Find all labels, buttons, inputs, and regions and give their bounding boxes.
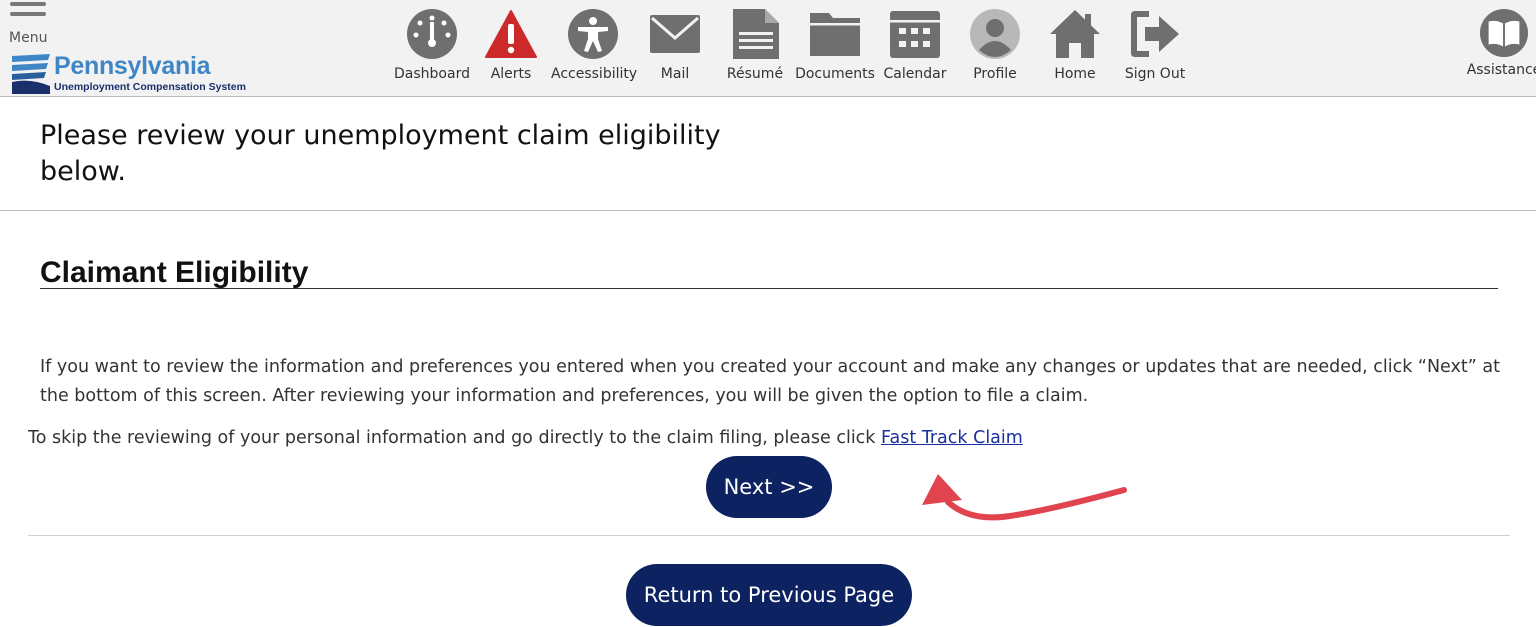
section-underline: [40, 288, 1498, 289]
nav-resume-label: Résumé: [726, 66, 784, 82]
documents-folder-icon: [810, 13, 860, 56]
red-annotation-arrow-icon: [922, 474, 1127, 521]
keystone-flag-logo-icon: [12, 54, 50, 94]
fast-track-claim-link[interactable]: Fast Track Claim: [881, 428, 1023, 448]
pennsylvania-uc-logo[interactable]: Pennsylvania Unemployment Compensation S…: [10, 52, 260, 94]
nav-alerts-label: Alerts: [490, 66, 532, 82]
nav-calendar[interactable]: Calendar: [873, 8, 957, 88]
home-house-icon: [1050, 10, 1100, 58]
nav-sign-out-label: Sign Out: [1124, 66, 1186, 82]
return-to-previous-page-button[interactable]: Return to Previous Page: [626, 564, 912, 626]
header-divider: [0, 210, 1536, 211]
nav-accessibility-label: Accessibility: [551, 66, 638, 82]
nav-dashboard-label: Dashboard: [394, 66, 470, 82]
mail-envelope-icon: [650, 15, 700, 53]
profile-avatar-icon: [970, 9, 1020, 59]
resume-document-icon: [733, 9, 779, 59]
nav-calendar-label: Calendar: [883, 66, 947, 82]
skip-review-label: To skip the reviewing of your personal i…: [28, 428, 882, 448]
nav-home-label: Home: [1054, 66, 1096, 82]
sign-out-icon: [1131, 11, 1179, 57]
top-navigation-bar: Menu Pennsylvania Unemployment Compensat…: [0, 0, 1536, 97]
nav-profile[interactable]: Profile: [953, 8, 1037, 88]
next-button[interactable]: Next >>: [706, 456, 832, 518]
page-title: Please review your unemployment claim el…: [40, 120, 721, 187]
nav-assistance-label: Assistance: [1466, 62, 1536, 78]
alert-warning-icon: [485, 10, 537, 58]
menu-button[interactable]: Menu: [8, 0, 50, 46]
nav-home[interactable]: Home: [1033, 8, 1117, 88]
accessibility-person-icon: [568, 9, 618, 59]
nav-resume[interactable]: Résumé: [713, 8, 797, 88]
logo-state-name: Pennsylvania: [54, 52, 211, 80]
calendar-icon: [890, 11, 940, 58]
dashboard-gauge-icon: [407, 9, 457, 59]
nav-assistance[interactable]: Assistance: [1462, 8, 1536, 88]
nav-documents[interactable]: Documents: [793, 8, 877, 88]
skip-review-text: To skip the reviewing of your personal i…: [28, 426, 1023, 450]
nav-accessibility[interactable]: Accessibility: [551, 8, 638, 88]
logo-system-name: Unemployment Compensation System: [54, 81, 246, 93]
section-title: Claimant Eligibility: [40, 256, 309, 289]
content-divider: [28, 535, 1510, 536]
hamburger-menu-icon: [10, 2, 46, 22]
nav-mail-label: Mail: [660, 66, 690, 82]
instructions-paragraph: If you want to review the information an…: [40, 357, 1500, 406]
nav-dashboard[interactable]: Dashboard: [390, 8, 474, 88]
nav-documents-label: Documents: [795, 66, 875, 82]
nav-mail[interactable]: Mail: [633, 8, 717, 88]
nav-alerts[interactable]: Alerts: [469, 8, 553, 88]
nav-sign-out[interactable]: Sign Out: [1113, 8, 1197, 88]
nav-profile-label: Profile: [973, 66, 1017, 82]
assistance-book-icon: [1479, 8, 1529, 58]
menu-label: Menu: [9, 30, 48, 46]
